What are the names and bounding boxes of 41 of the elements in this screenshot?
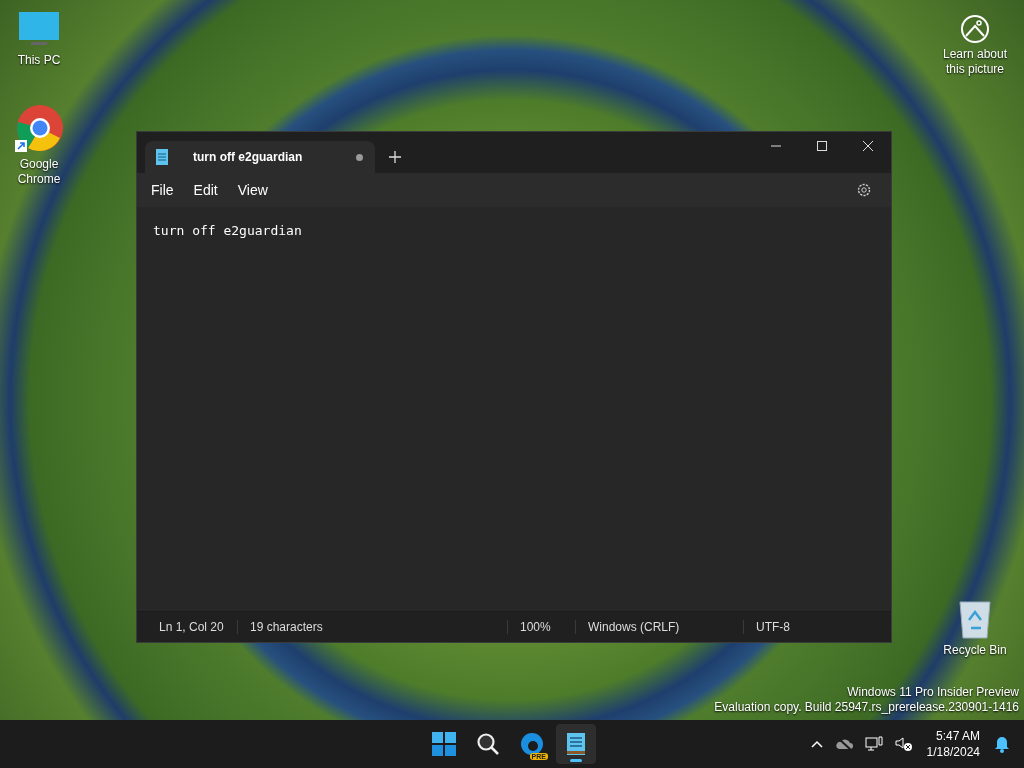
document-tab[interactable]: turn off e2guardian [145, 141, 375, 173]
settings-icon [856, 182, 872, 198]
network-button[interactable] [862, 734, 885, 754]
network-icon [864, 736, 883, 752]
status-text: Ln 1, Col 20 [158, 620, 225, 634]
menu-item[interactable]: File [141, 178, 184, 202]
desktop-icon-label[interactable]: This PC [17, 53, 61, 68]
browser-shortcut-icon [14, 104, 64, 154]
clock[interactable]: 5:47 AM 1/18/2024 [922, 728, 984, 760]
status-text: 100% [507, 620, 575, 634]
desktop-icon-label[interactable]: Google Chrome [4, 157, 74, 187]
browser-icon [520, 732, 544, 756]
close-icon [863, 141, 873, 151]
bell-icon [994, 735, 1010, 753]
recycle-bin-icon [957, 598, 993, 640]
watermark-text: Evaluation copy. Build 25947.rs_prerelease.230901-1416 [714, 700, 1019, 715]
active-indicator [570, 759, 582, 762]
learn-about-picture-label[interactable]: Learn about this picture [940, 47, 1010, 77]
menu-item[interactable]: Edit [183, 178, 228, 202]
document-text: turn off e2guardian [153, 223, 302, 238]
tab-title: turn off e2guardian [193, 150, 304, 164]
cloud-off-icon [834, 737, 853, 751]
desktop-icon-label[interactable]: Recycle Bin [943, 643, 1007, 658]
search-icon [476, 732, 500, 756]
minimize-icon [771, 145, 781, 147]
plus-icon [389, 151, 401, 163]
status-text: Windows (CRLF) [575, 620, 743, 634]
maximize-icon [817, 141, 827, 151]
notepad-icon [155, 148, 169, 166]
taskbar-app-button[interactable] [556, 724, 596, 764]
volume-button[interactable] [892, 734, 915, 754]
picture-icon[interactable] [960, 14, 990, 44]
windows-logo-icon [432, 732, 456, 756]
watermark-text: Windows 11 Pro Insider Preview [847, 685, 1019, 700]
notepad-icon [566, 731, 586, 757]
text-editor[interactable]: turn off e2guardian [137, 207, 891, 611]
chevron-up-icon [810, 740, 823, 748]
speaker-muted-icon [894, 736, 913, 752]
status-text: 19 characters [237, 620, 507, 634]
status-text: UTF-8 [743, 620, 863, 634]
menu-item[interactable]: View [227, 178, 278, 202]
